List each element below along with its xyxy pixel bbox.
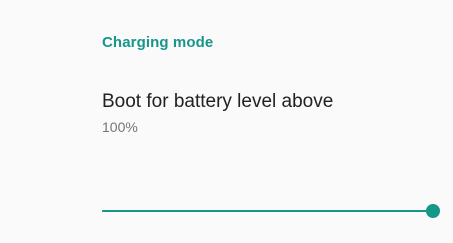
- section-header-charging-mode: Charging mode: [102, 34, 214, 51]
- preference-summary: 100%: [102, 119, 138, 135]
- preference-title: Boot for battery level above: [102, 91, 334, 112]
- battery-level-slider[interactable]: [102, 200, 440, 224]
- slider-thumb[interactable]: [426, 204, 440, 218]
- settings-screen: Charging mode Boot for battery level abo…: [0, 0, 453, 243]
- slider-fill: [102, 210, 433, 212]
